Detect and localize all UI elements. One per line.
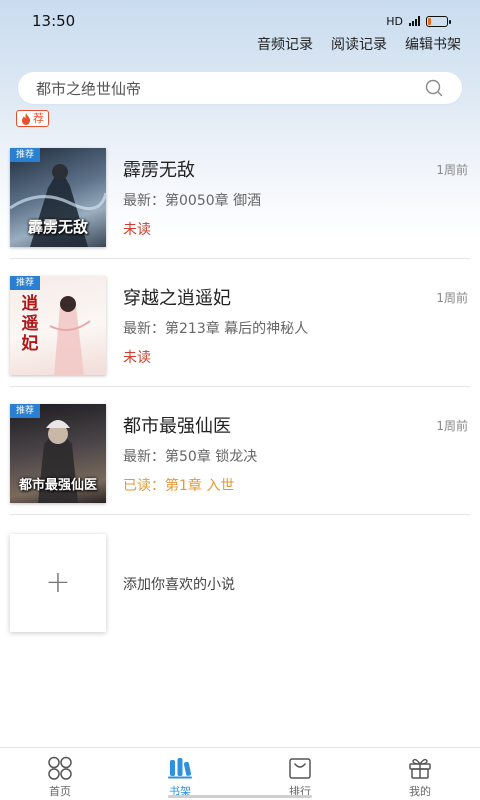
book-title[interactable]: 都市最强仙医 bbox=[123, 412, 231, 438]
cover-tag: 推荐 bbox=[10, 148, 40, 162]
signal-icon bbox=[409, 16, 420, 26]
book-list: 推荐 霹雳无敌 霹雳无敌 1周前 最新：第0050章 御酒 未读 推荐 逍遥妃 … bbox=[0, 131, 480, 515]
book-cover[interactable]: 推荐 都市最强仙医 bbox=[10, 404, 106, 503]
ranking-bag-icon bbox=[289, 758, 311, 779]
nav-home[interactable]: 首页 bbox=[0, 748, 120, 800]
bookshelf-icon bbox=[168, 758, 192, 779]
network-label: HD bbox=[386, 14, 403, 28]
book-item[interactable]: 推荐 逍遥妃 穿越之逍遥妃 1周前 最新：第213章 幕后的神秘人 未读 bbox=[10, 259, 470, 387]
book-read-status: 未读 bbox=[123, 222, 151, 238]
search-input[interactable]: 都市之绝世仙帝 bbox=[36, 78, 424, 99]
cover-tag: 推荐 bbox=[10, 276, 40, 290]
fire-icon bbox=[22, 112, 30, 125]
home-indicator bbox=[168, 795, 312, 798]
plus-icon: + bbox=[45, 565, 71, 600]
book-latest-chapter: 最新：第50章 锁龙决 bbox=[123, 449, 258, 465]
nav-bookshelf[interactable]: 书架 bbox=[120, 748, 240, 800]
book-latest-chapter: 最新：第0050章 御酒 bbox=[123, 193, 262, 209]
book-update-time: 1周前 bbox=[436, 291, 468, 305]
edit-bookshelf-link[interactable]: 编辑书架 bbox=[405, 34, 461, 54]
book-item[interactable]: 推荐 都市最强仙医 都市最强仙医 1周前 最新：第50章 锁龙决 已读：第1章 … bbox=[10, 387, 470, 515]
nav-ranking[interactable]: 排行 bbox=[240, 748, 360, 800]
bottom-nav: 首页 书架 排行 我的 bbox=[0, 747, 480, 800]
book-read-status: 未读 bbox=[123, 350, 151, 366]
reading-history-link[interactable]: 阅读记录 bbox=[331, 34, 387, 54]
status-indicators: HD bbox=[386, 14, 451, 28]
top-links: 音频记录 阅读记录 编辑书架 bbox=[257, 34, 461, 54]
battery-icon bbox=[426, 15, 451, 27]
cover-title: 霹雳无敌 bbox=[27, 218, 88, 236]
book-read-status: 已读：第1章 入世 bbox=[123, 478, 235, 494]
gift-icon bbox=[409, 758, 431, 779]
cover-tag: 推荐 bbox=[10, 404, 40, 418]
search-icon[interactable] bbox=[424, 78, 444, 98]
book-title[interactable]: 穿越之逍遥妃 bbox=[123, 284, 231, 310]
home-grid-icon bbox=[48, 756, 72, 780]
book-item[interactable]: 推荐 霹雳无敌 霹雳无敌 1周前 最新：第0050章 御酒 未读 bbox=[10, 131, 470, 259]
book-cover[interactable]: 推荐 逍遥妃 bbox=[10, 276, 106, 375]
search-bar[interactable]: 都市之绝世仙帝 bbox=[18, 72, 462, 104]
add-novel-button[interactable]: + bbox=[10, 534, 106, 632]
status-time: 13:50 bbox=[32, 12, 76, 30]
nav-home-label: 首页 bbox=[49, 785, 71, 798]
recommend-badge[interactable]: 荐 bbox=[16, 110, 49, 127]
nav-mine[interactable]: 我的 bbox=[360, 748, 480, 800]
add-novel-item[interactable]: + 添加你喜欢的小说 bbox=[10, 534, 470, 634]
book-update-time: 1周前 bbox=[436, 419, 468, 433]
add-novel-label: 添加你喜欢的小说 bbox=[123, 577, 235, 593]
book-cover[interactable]: 推荐 霹雳无敌 bbox=[10, 148, 106, 247]
book-update-time: 1周前 bbox=[436, 163, 468, 177]
book-title[interactable]: 霹雳无敌 bbox=[123, 156, 195, 182]
audio-history-link[interactable]: 音频记录 bbox=[257, 34, 313, 54]
recommend-label: 荐 bbox=[33, 112, 44, 125]
nav-mine-label: 我的 bbox=[409, 785, 431, 798]
book-latest-chapter: 最新：第213章 幕后的神秘人 bbox=[123, 321, 309, 337]
cover-title: 逍遥妃 bbox=[21, 294, 39, 354]
cover-title: 都市最强仙医 bbox=[18, 478, 97, 493]
